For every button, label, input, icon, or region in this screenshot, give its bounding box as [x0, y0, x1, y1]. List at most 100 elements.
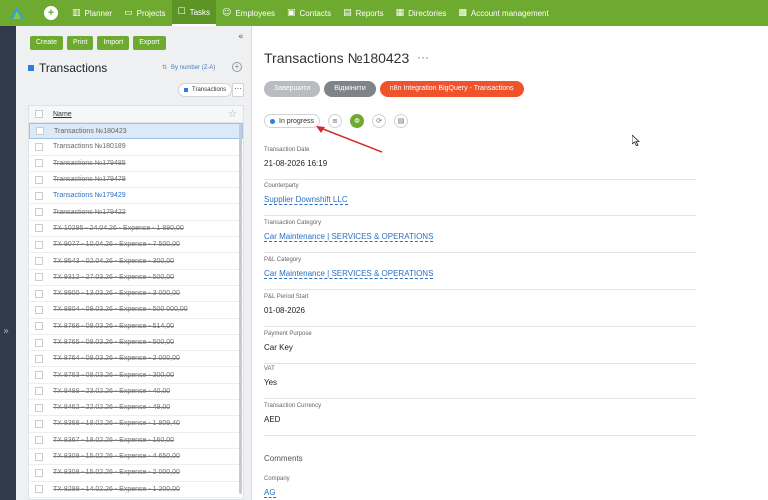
app-logo[interactable]: [0, 0, 34, 26]
table-row[interactable]: TX 8804 - 09.03.26 - Expense - 500 000,0…: [29, 302, 243, 319]
comment-icon[interactable]: ▤: [394, 114, 409, 128]
row-checkbox[interactable]: [35, 436, 43, 445]
table-row[interactable]: TX 9312 - 27.03.26 - Expense - 500,00: [29, 270, 243, 286]
row-name[interactable]: TX 8764 - 08.03.26 - Expense - 2 000,00: [53, 355, 180, 362]
field-value-link[interactable]: Car Maintenance | SERVICES & OPERATIONS: [264, 269, 434, 279]
row-checkbox[interactable]: [35, 354, 43, 363]
row-name[interactable]: Transactions №180189: [53, 143, 126, 150]
field-value-link[interactable]: Supplier Downshift LLC: [264, 195, 348, 205]
star-icon[interactable]: ☆: [228, 109, 237, 120]
table-row[interactable]: TX 9543 - 02.04.26 - Expense - 300,00: [29, 253, 243, 270]
table-row[interactable]: Transactions №179422: [29, 204, 243, 221]
print-button[interactable]: Print: [67, 36, 94, 50]
row-name[interactable]: Transactions №180423: [54, 128, 127, 135]
row-checkbox[interactable]: [35, 191, 43, 200]
table-row[interactable]: Transactions №180423: [29, 123, 243, 140]
table-row[interactable]: TX 8299 - 14.02.26 - Expense - 1 200,00: [29, 482, 243, 498]
complete-button[interactable]: Завершити: [264, 81, 321, 97]
row-checkbox[interactable]: [35, 387, 43, 396]
row-name[interactable]: TX 9543 - 02.04.26 - Expense - 300,00: [53, 258, 174, 265]
nav-item-projects[interactable]: ▭ Projects: [118, 0, 171, 26]
table-row[interactable]: Transactions №179479: [29, 172, 243, 189]
row-name[interactable]: TX 8763 - 08.03.26 - Expense - 300,00: [53, 372, 174, 379]
export-button[interactable]: Export: [133, 36, 166, 50]
row-name[interactable]: TX 8462 - 22.02.26 - Expense - 49,00: [53, 404, 170, 411]
nav-item-tasks[interactable]: ☐ Tasks: [171, 0, 217, 26]
row-checkbox[interactable]: [35, 142, 43, 151]
row-name[interactable]: TX 8765 - 08.03.26 - Expense - 500,00: [53, 339, 174, 346]
row-name[interactable]: TX 8766 - 08.03.26 - Expense - 514,00: [53, 323, 174, 330]
sort-selector[interactable]: ⇅ By number (Z-A): [162, 64, 215, 71]
field-value-link[interactable]: Car Maintenance | SERVICES & OPERATIONS: [264, 232, 434, 242]
row-name[interactable]: TX 8309 - 15.02.26 - Expense - 4 650,00: [53, 453, 180, 460]
select-all-checkbox[interactable]: [35, 110, 43, 118]
row-checkbox[interactable]: [35, 452, 43, 461]
table-row[interactable]: Transactions №180189: [29, 139, 243, 156]
nav-item-reports[interactable]: ▤ Reports: [337, 0, 390, 26]
table-row[interactable]: TX 8764 - 08.03.26 - Expense - 2 000,00: [29, 351, 243, 368]
table-row[interactable]: Transactions №179429: [29, 188, 243, 205]
collapse-panel-icon[interactable]: «: [238, 32, 244, 42]
table-row[interactable]: TX 8765 - 08.03.26 - Expense - 500,00: [29, 335, 243, 352]
row-checkbox[interactable]: [35, 289, 43, 298]
table-row[interactable]: TX 8367 - 18.02.26 - Expense - 160,00: [29, 433, 243, 449]
row-checkbox[interactable]: [35, 419, 43, 428]
row-checkbox[interactable]: [35, 371, 43, 380]
row-name[interactable]: Transactions №179479: [53, 176, 126, 183]
n8n-integration-button[interactable]: n8n Integration BigQuery - Transactions: [379, 81, 524, 97]
row-checkbox[interactable]: [35, 273, 43, 282]
row-name[interactable]: Transactions №179429: [53, 192, 126, 199]
collapsed-sidebar[interactable]: »: [0, 26, 16, 500]
row-checkbox[interactable]: [35, 485, 43, 494]
row-name[interactable]: TX 8900 - 13.03.26 - Expense - 3 000,00: [53, 290, 180, 297]
table-row[interactable]: TX 8766 - 08.03.26 - Expense - 514,00: [29, 319, 243, 335]
nav-item-employees[interactable]: ☺ Employees: [216, 0, 281, 26]
import-button[interactable]: Import: [97, 36, 130, 50]
row-name[interactable]: TX 9077 - 10.04.26 - Expense - 7 500,00: [53, 241, 180, 248]
record-more-menu[interactable]: ···: [417, 50, 429, 64]
table-row[interactable]: TX 8763 - 08.03.26 - Expense - 300,00: [29, 367, 243, 384]
row-checkbox[interactable]: [35, 322, 43, 331]
table-row[interactable]: TX 8462 - 22.02.26 - Expense - 49,00: [29, 400, 243, 417]
row-checkbox[interactable]: [35, 468, 43, 477]
row-name[interactable]: TX 10295 - 24.04.26 - Expense - 1 890,00: [53, 225, 184, 232]
row-checkbox[interactable]: [35, 175, 43, 184]
row-checkbox[interactable]: [35, 224, 43, 233]
table-scrollbar[interactable]: [239, 124, 242, 494]
row-checkbox[interactable]: [35, 403, 43, 412]
table-row[interactable]: TX 9077 - 10.04.26 - Expense - 7 500,00: [29, 237, 243, 254]
column-header-name[interactable]: Name: [53, 111, 228, 118]
table-row[interactable]: TX 8309 - 15.02.26 - Expense - 4 650,00: [29, 449, 243, 466]
table-row[interactable]: TX 8368 - 18.02.26 - Expense - 1 809,40: [29, 416, 243, 433]
row-name[interactable]: TX 8299 - 14.02.26 - Expense - 1 200,00: [53, 486, 180, 493]
field-value-link[interactable]: AG: [264, 488, 276, 498]
table-row[interactable]: Transactions №179485: [29, 156, 243, 172]
nav-item-directories[interactable]: ▦ Directories: [390, 0, 453, 26]
row-checkbox[interactable]: [36, 127, 44, 136]
add-new-button[interactable]: +: [44, 6, 58, 20]
table-row[interactable]: TX 10295 - 24.04.26 - Expense - 1 890,00: [29, 221, 243, 238]
nav-item-planner[interactable]: ▥ Planner: [66, 0, 118, 26]
expand-sidebar-icon[interactable]: »: [3, 326, 9, 337]
row-checkbox[interactable]: [35, 338, 43, 347]
row-name[interactable]: TX 8488 - 23.02.26 - Expense - 40,00: [53, 388, 170, 395]
row-name[interactable]: TX 8367 - 18.02.26 - Expense - 160,00: [53, 437, 174, 444]
row-name[interactable]: TX 8804 - 09.03.26 - Expense - 500 000,0…: [53, 306, 188, 313]
row-name[interactable]: Transactions №179485: [53, 160, 126, 167]
table-row[interactable]: TX 8900 - 13.03.26 - Expense - 3 000,00: [29, 286, 243, 303]
cancel-button[interactable]: Відмінити: [324, 81, 376, 97]
row-checkbox[interactable]: [35, 159, 43, 168]
row-checkbox[interactable]: [35, 240, 43, 249]
row-name[interactable]: TX 8308 - 15.02.26 - Expense - 2 000,00: [53, 469, 180, 476]
row-checkbox[interactable]: [35, 208, 43, 217]
table-row[interactable]: TX 8488 - 23.02.26 - Expense - 40,00: [29, 384, 243, 401]
create-button[interactable]: Create: [30, 36, 64, 50]
row-name[interactable]: TX 9312 - 27.03.26 - Expense - 500,00: [53, 274, 174, 281]
table-row[interactable]: TX 8308 - 15.02.26 - Expense - 2 000,00: [29, 465, 243, 482]
nav-item-contacts[interactable]: ▣ Contacts: [281, 0, 337, 26]
row-name[interactable]: TX 8368 - 18.02.26 - Expense - 1 809,40: [53, 420, 180, 427]
filter-chip-transactions[interactable]: Transactions: [178, 83, 233, 97]
row-checkbox[interactable]: [35, 257, 43, 266]
add-filter-icon[interactable]: +: [232, 62, 242, 72]
row-checkbox[interactable]: [35, 305, 43, 314]
